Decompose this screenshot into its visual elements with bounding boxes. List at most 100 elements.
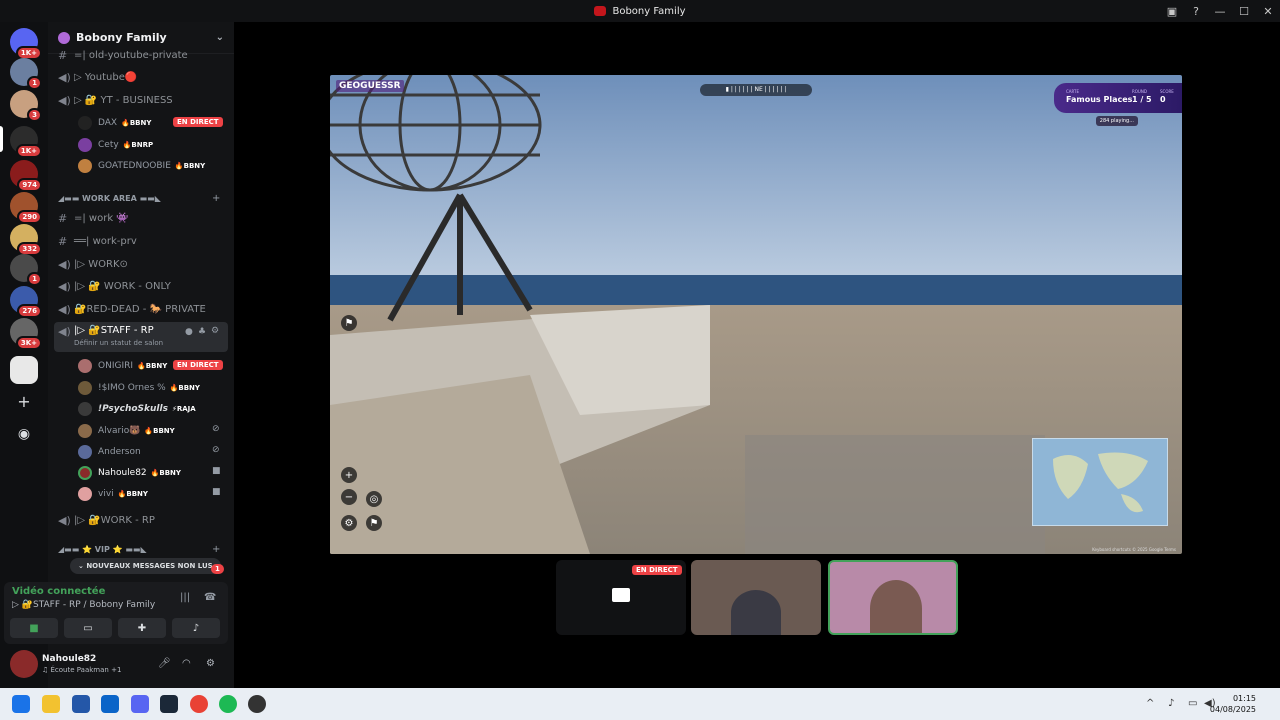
outlook-icon[interactable] xyxy=(101,695,119,713)
add-server-icon[interactable]: + xyxy=(10,388,38,416)
voice-user[interactable]: Alvario🐻 🔥BBNY xyxy=(78,424,175,438)
soundboard-button[interactable]: ♪ xyxy=(172,618,220,638)
unread-badge: 290 xyxy=(17,210,42,224)
window-title: Bobony Family xyxy=(612,5,686,17)
server-icon[interactable]: 1K+ xyxy=(10,126,42,158)
display-icon[interactable]: ▭ xyxy=(1188,698,1197,709)
voice-status: Vidéo connectée xyxy=(12,586,106,597)
flag-icon[interactable]: ⚑ xyxy=(366,515,382,531)
close-button[interactable]: ✕ xyxy=(1256,5,1280,18)
game-status-panel: CARTE Famous Places ROUND 1 / 5 SCORE 0 xyxy=(1054,83,1182,113)
add-user-icon[interactable]: ♣ xyxy=(198,327,206,337)
flag-marker-icon[interactable]: ⚑ xyxy=(341,315,357,331)
hash-icon: # xyxy=(58,235,68,248)
activities-button[interactable]: ✚ xyxy=(118,618,166,638)
settings-icon[interactable]: ⚙ xyxy=(341,515,357,531)
chevron-up-icon[interactable]: ^ xyxy=(1146,698,1154,709)
server-icon[interactable]: 3 xyxy=(10,90,42,122)
file-explorer-icon[interactable] xyxy=(42,695,60,713)
server-icon[interactable]: 3K+ xyxy=(10,318,42,350)
channel-yt-business[interactable]: ◀) ▷ 🔐 YT - BUSINESS xyxy=(58,94,173,107)
server-icon[interactable]: 332 xyxy=(10,224,42,256)
headphones-icon[interactable]: ◠ xyxy=(182,658,191,669)
inbox-icon[interactable]: ▣ xyxy=(1160,5,1184,18)
title-bar: Bobony Family ▣ ? — ☐ ✕ xyxy=(0,0,1280,22)
server-icon[interactable] xyxy=(10,356,38,384)
voice-user[interactable]: DAX 🔥BBNY xyxy=(78,116,151,130)
zoom-out-button[interactable]: − xyxy=(341,489,357,505)
store-icon[interactable] xyxy=(72,695,90,713)
voice-user[interactable]: !PsychoSkulls ⚡RAJA xyxy=(78,402,196,416)
chrome-icon[interactable] xyxy=(190,695,208,713)
channel-work-only[interactable]: ◀) |▷ 🔐 WORK - ONLY xyxy=(58,280,171,293)
channel-youtube[interactable]: ◀) ▷ Youtube🔴 xyxy=(58,71,137,84)
user-tag: 🔥BBNY xyxy=(150,469,181,477)
screen-share-button[interactable]: ▭ xyxy=(64,618,112,638)
channel-old-youtube[interactable]: # =| old-youtube-private xyxy=(58,49,188,62)
server-icon[interactable]: 276 xyxy=(10,286,42,318)
add-channel-icon[interactable]: + xyxy=(212,193,220,204)
gear-icon[interactable]: ⚙ xyxy=(206,658,215,669)
microphone-icon[interactable]: ♪ xyxy=(1168,698,1174,709)
discord-icon[interactable] xyxy=(131,695,149,713)
channel-work[interactable]: # =| work 👾 xyxy=(58,212,129,225)
guess-minimap[interactable] xyxy=(1032,438,1168,526)
channel-work-rp[interactable]: ◀) |▷ 🔐WORK - RP xyxy=(58,514,155,527)
disconnect-icon[interactable]: ☎ xyxy=(204,592,216,603)
channel-work-prv[interactable]: # ══| work-prv xyxy=(58,235,137,248)
windows-start-icon[interactable] xyxy=(12,695,30,713)
spotify-icon[interactable] xyxy=(219,695,237,713)
speaker-icon: ◀) xyxy=(58,325,71,338)
channel-status[interactable]: Définir un statut de salon xyxy=(74,339,163,347)
channel-work0[interactable]: ◀) |▷ WORK⊙ xyxy=(58,258,128,271)
clock-time: 01:15 xyxy=(1232,694,1256,703)
avatar xyxy=(78,138,92,152)
participant-video xyxy=(870,580,922,633)
user-name: !$IMO Ornes % xyxy=(98,383,166,393)
voice-user[interactable]: Anderson xyxy=(78,445,145,459)
chevron-down-icon[interactable]: ⌄ xyxy=(216,32,224,43)
avatar xyxy=(78,445,92,459)
chat-icon[interactable]: ● xyxy=(185,327,193,337)
add-channel-icon[interactable]: + xyxy=(212,544,220,555)
voice-user[interactable]: GOATEDNOOBIE 🔥BBNY xyxy=(78,159,205,173)
world-map-icon xyxy=(1053,452,1148,513)
server-icon[interactable]: 974 xyxy=(10,160,42,192)
gear-icon[interactable]: ⚙ xyxy=(211,326,219,336)
noise-suppression-icon[interactable]: ||| xyxy=(180,592,190,603)
steam-icon[interactable] xyxy=(160,695,178,713)
category-vip[interactable]: ◢▬▬ ⭐ VIP ⭐ ▬▬◣ xyxy=(58,545,147,554)
voice-channel-link[interactable]: ▷ 🔐STAFF - RP / Bobony Family xyxy=(12,600,155,610)
voice-user[interactable]: !$IMO Ornes % 🔥BBNY xyxy=(78,381,200,395)
camera-button[interactable]: ■ xyxy=(10,618,58,638)
user-name: !PsychoSkulls xyxy=(98,404,168,414)
stream-tile-screen[interactable]: EN DIRECT xyxy=(556,560,686,635)
maximize-button[interactable]: ☐ xyxy=(1232,5,1256,18)
system-clock[interactable]: 01:15 04/08/2025 xyxy=(1210,693,1256,715)
channel-red-dead[interactable]: ◀) 🔐RED-DEAD - 🐎 PRIVATE xyxy=(58,303,206,316)
user-name: ONIGIRI xyxy=(98,361,134,371)
avatar[interactable] xyxy=(10,650,38,678)
live-badge: EN DIRECT xyxy=(632,565,682,575)
server-icon[interactable]: 290 xyxy=(10,192,42,224)
discover-icon[interactable]: ◉ xyxy=(10,420,38,448)
voice-user[interactable]: ONIGIRI 🔥BBNY xyxy=(78,359,167,373)
new-messages-pill[interactable]: ⌄ NOUVEAUX MESSAGES NON LUS xyxy=(70,558,221,574)
voice-user[interactable]: vivi 🔥BBNY xyxy=(78,487,148,501)
direct-messages-button[interactable]: 1K+ xyxy=(10,28,42,60)
voice-user[interactable]: Nahoule82 🔥BBNY xyxy=(78,466,181,480)
stream-tile-webcam[interactable] xyxy=(828,560,958,635)
server-icon[interactable]: 1 xyxy=(10,254,42,286)
microphone-icon[interactable]: 🎤︎ xyxy=(158,658,171,669)
location-icon[interactable]: ◎ xyxy=(366,491,382,507)
help-icon[interactable]: ? xyxy=(1184,5,1208,18)
minimize-button[interactable]: — xyxy=(1208,5,1232,18)
voice-user[interactable]: Cety 🔥BNRP xyxy=(78,138,153,152)
zoom-in-button[interactable]: + xyxy=(341,467,357,483)
category-work-area[interactable]: ◢▬▬ WORK AREA ▬▬◣ xyxy=(58,194,161,203)
speaker-icon: ◀) xyxy=(58,514,71,527)
stream-tile-webcam[interactable] xyxy=(691,560,821,635)
stream-view[interactable]: GEOGUESSR ▮ | | | | | | NE | | | | | | C… xyxy=(330,75,1182,554)
server-icon[interactable]: 1 xyxy=(10,58,42,90)
app-icon[interactable] xyxy=(248,695,266,713)
